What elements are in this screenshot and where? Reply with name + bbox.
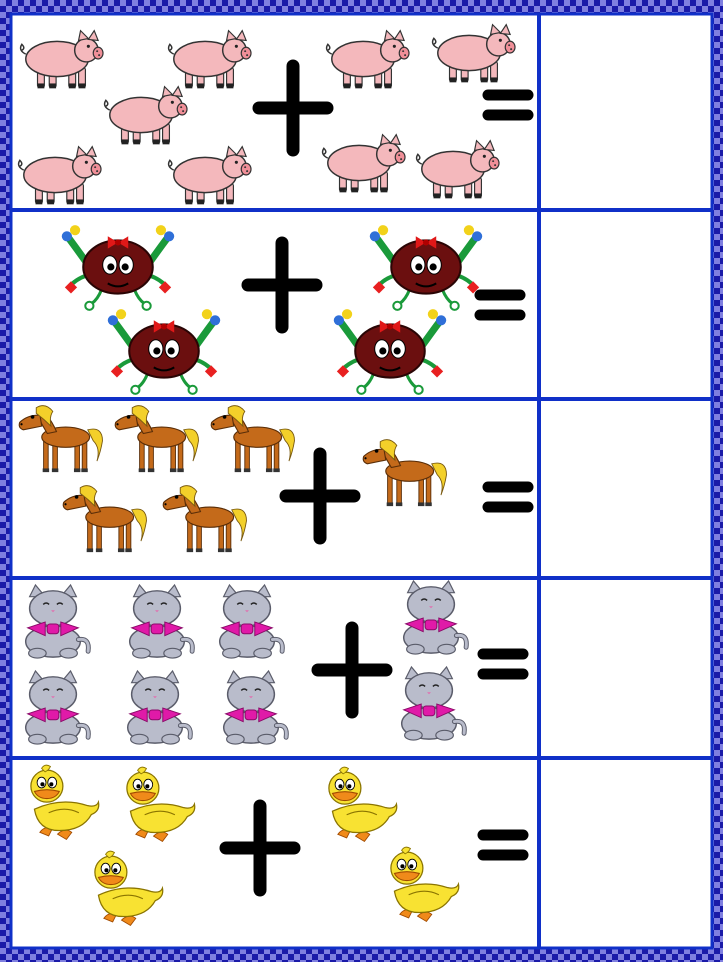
answer-box-pig[interactable] bbox=[541, 16, 710, 208]
answer-box-ladybug[interactable] bbox=[541, 212, 710, 397]
answer-box-duck[interactable] bbox=[541, 760, 710, 946]
answer-box-cat[interactable] bbox=[541, 580, 710, 756]
worksheet bbox=[0, 0, 723, 962]
answer-box-horse[interactable] bbox=[541, 401, 710, 576]
worksheet-canvas bbox=[0, 0, 723, 962]
